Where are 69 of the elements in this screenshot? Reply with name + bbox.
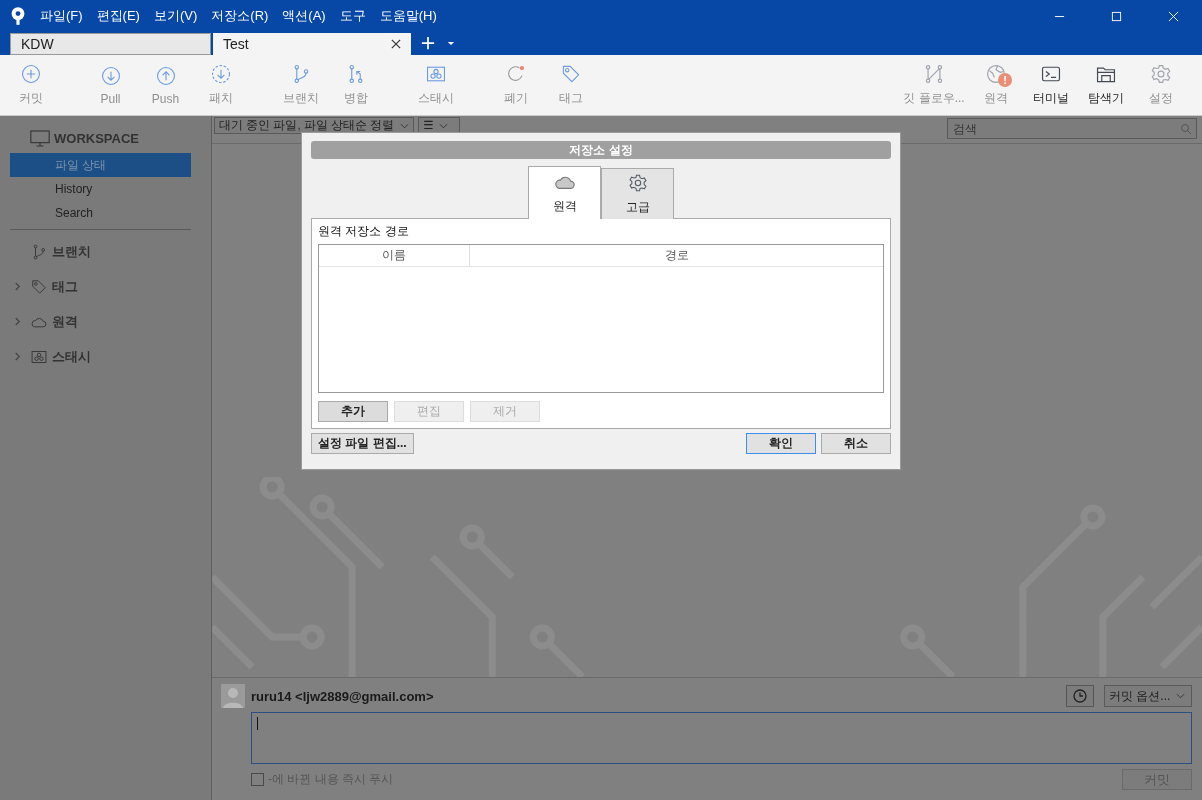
sidebar-section[interactable]: 브랜치 bbox=[52, 242, 91, 261]
toolbar-button[interactable]: 태그 bbox=[543, 55, 598, 115]
clock-icon bbox=[1073, 689, 1087, 703]
avatar-icon bbox=[221, 684, 245, 708]
add-tab-icon[interactable] bbox=[421, 36, 435, 50]
toolbar-button[interactable]: 폐기 bbox=[488, 55, 543, 115]
menu-item[interactable]: 도움말(H) bbox=[379, 7, 437, 25]
toolbar-button[interactable]: 탐색기 bbox=[1078, 55, 1133, 115]
file-filter-dropdown[interactable]: 대기 중인 파일, 파일 상태순 정렬 bbox=[214, 117, 415, 134]
commit-message-field[interactable] bbox=[251, 712, 1192, 764]
sidebar-section[interactable]: 스태시 bbox=[52, 347, 91, 366]
chevron-down-icon bbox=[400, 122, 410, 129]
chevron-down-icon bbox=[439, 122, 449, 129]
section-heading: WORKSPACE bbox=[54, 130, 139, 146]
close-icon[interactable] bbox=[391, 39, 401, 49]
toolbar-button[interactable]: Pull bbox=[83, 55, 138, 115]
settings-icon bbox=[626, 172, 649, 193]
dialog-tab[interactable]: 원격 bbox=[528, 166, 601, 219]
repo-tab[interactable]: Test bbox=[213, 33, 411, 55]
search-icon bbox=[1180, 123, 1192, 135]
alert-badge: ! bbox=[998, 73, 1012, 87]
down-arrow-circle-icon bbox=[99, 64, 122, 87]
toolbar-button[interactable]: 병합 bbox=[328, 55, 383, 115]
monitor-icon bbox=[30, 129, 50, 147]
ok-button[interactable]: 확인 bbox=[746, 433, 816, 454]
sidebar-item[interactable]: History bbox=[10, 177, 191, 201]
toolbar-button[interactable]: ! 원격 bbox=[968, 55, 1023, 115]
history-button[interactable] bbox=[1066, 685, 1094, 707]
flow-icon bbox=[923, 63, 945, 85]
toolbar-button[interactable]: 터미널 bbox=[1023, 55, 1078, 115]
menu-item[interactable]: 파일(F) bbox=[40, 7, 83, 25]
remote-action-button[interactable]: 추가 bbox=[318, 401, 388, 422]
toolbar-button[interactable]: 깃 플로우... bbox=[898, 55, 970, 115]
checkbox[interactable] bbox=[251, 773, 264, 786]
toolbar-button[interactable]: 스태시 bbox=[408, 55, 463, 115]
app-logo-icon bbox=[10, 6, 26, 26]
cancel-button[interactable]: 취소 bbox=[821, 433, 891, 454]
author-label: ruru14 <ljw2889@gmail.com> bbox=[251, 688, 434, 704]
sidebar-section[interactable]: 태그 bbox=[52, 277, 78, 296]
repo-tab[interactable]: KDW bbox=[10, 33, 211, 55]
chevron-down-icon bbox=[1176, 693, 1186, 699]
dialog-tab[interactable]: 고급 bbox=[601, 168, 674, 219]
sidebar-section[interactable]: 원격 bbox=[52, 312, 78, 331]
sidebar-item[interactable]: Search bbox=[10, 201, 191, 225]
up-arrow-circle-icon bbox=[154, 64, 177, 87]
dialog-title: 저장소 설정 bbox=[311, 141, 891, 159]
maximize-icon[interactable] bbox=[1111, 10, 1122, 22]
menu-item[interactable]: 편집(E) bbox=[96, 7, 140, 25]
plus-circle-icon bbox=[19, 63, 42, 85]
column-header[interactable]: 이름 bbox=[319, 245, 470, 266]
commit-options-dropdown[interactable]: 커밋 옵션... bbox=[1104, 685, 1192, 707]
menu-item[interactable]: 저장소(R) bbox=[211, 7, 269, 25]
toolbar-button[interactable]: 패치 bbox=[193, 55, 248, 115]
toolbar-button[interactable]: 커밋 bbox=[3, 55, 58, 115]
toolbar-button[interactable]: 브랜치 bbox=[273, 55, 328, 115]
dropdown-caret-icon[interactable] bbox=[447, 41, 455, 46]
globe-icon bbox=[984, 63, 1007, 85]
toolbar-button[interactable]: Push bbox=[138, 55, 193, 115]
tag-icon bbox=[30, 277, 48, 296]
search-field[interactable]: 검색 bbox=[947, 118, 1197, 139]
menu-item[interactable]: 도구 bbox=[339, 7, 366, 25]
edit-config-button[interactable]: 설정 파일 편집... bbox=[311, 433, 414, 454]
toolbar-button[interactable]: 설정 bbox=[1133, 55, 1188, 115]
settings-icon bbox=[1149, 63, 1172, 85]
menu-item[interactable]: 액션(A) bbox=[282, 7, 326, 25]
sidebar-item[interactable]: 파일 상태 bbox=[10, 153, 191, 177]
group-label: 원격 저장소 경로 bbox=[318, 223, 410, 240]
column-header[interactable]: 경로 bbox=[470, 245, 883, 266]
menu-item[interactable]: 보기(V) bbox=[153, 7, 198, 25]
